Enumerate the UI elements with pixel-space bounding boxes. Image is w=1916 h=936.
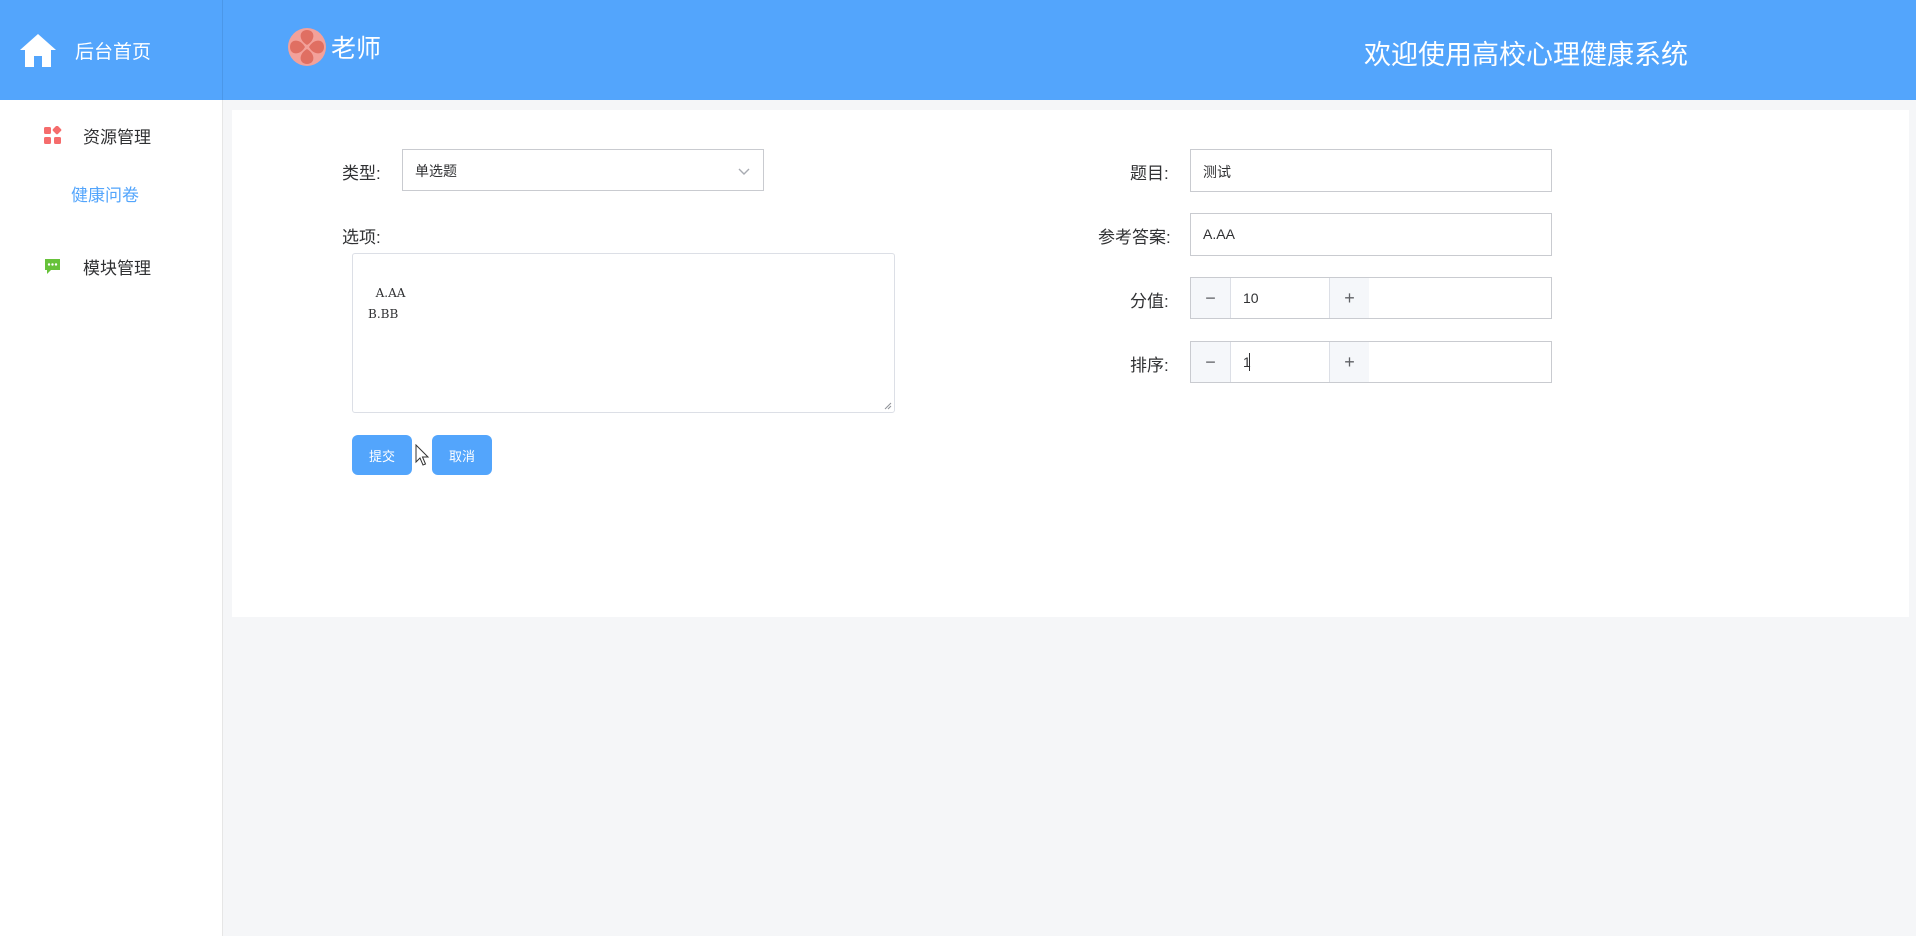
sidebar-item-resource-management[interactable]: 资源管理 (0, 113, 222, 157)
text-caret (1249, 353, 1250, 371)
welcome-text: 欢迎使用高校心理健康系统 (1364, 40, 1688, 70)
avatar (288, 28, 326, 66)
top-header: 后台首页 老师 欢迎使用高校心理健康系统 (0, 0, 1916, 100)
type-label: 类型: (342, 164, 381, 183)
sidebar-item-label: 模块管理 (83, 258, 151, 278)
submit-button[interactable]: 提交 (352, 435, 412, 475)
type-select-value: 单选题 (415, 163, 457, 179)
mouse-pointer-icon (415, 444, 430, 466)
apps-grid-icon (44, 125, 62, 144)
score-value[interactable]: 10 (1243, 290, 1259, 306)
home-label: 后台首页 (75, 41, 152, 63)
user-role: 老师 (331, 35, 382, 63)
user-info: 老师 (287, 27, 381, 67)
title-input[interactable]: 测试 (1190, 149, 1552, 192)
minus-icon[interactable]: − (1191, 342, 1231, 382)
plus-icon[interactable]: + (1329, 342, 1369, 382)
cancel-button[interactable]: 取消 (432, 435, 492, 475)
answer-input[interactable]: A.AA (1190, 213, 1552, 256)
title-label: 题目: (1130, 164, 1169, 183)
score-label: 分值: (1130, 292, 1169, 311)
order-stepper[interactable]: − 1 + (1190, 341, 1552, 383)
home-link[interactable]: 后台首页 (0, 0, 223, 100)
order-label: 排序: (1130, 356, 1169, 375)
resize-handle-icon[interactable] (884, 402, 892, 410)
type-select[interactable]: 单选题 (402, 149, 764, 191)
chat-bubble-icon (45, 258, 60, 274)
options-label: 选项: (342, 228, 381, 247)
plus-icon[interactable]: + (1329, 278, 1369, 318)
home-icon (20, 34, 56, 67)
options-textarea[interactable]: A.AA B.BB (352, 253, 895, 413)
sidebar-item-module-management[interactable]: 模块管理 (0, 244, 222, 288)
score-stepper[interactable]: − 10 + (1190, 277, 1552, 319)
sidebar-item-health-questionnaire[interactable]: 健康问卷 (0, 176, 222, 216)
chevron-down-icon (738, 168, 750, 175)
answer-label: 参考答案: (1098, 228, 1171, 247)
answer-input-value: A.AA (1203, 226, 1235, 242)
options-text: A.AA B.BB (368, 286, 406, 321)
title-input-value: 测试 (1203, 164, 1231, 180)
sidebar: 资源管理 健康问卷 模块管理 (0, 100, 223, 936)
minus-icon[interactable]: − (1191, 278, 1231, 318)
sidebar-item-label: 资源管理 (83, 127, 151, 147)
